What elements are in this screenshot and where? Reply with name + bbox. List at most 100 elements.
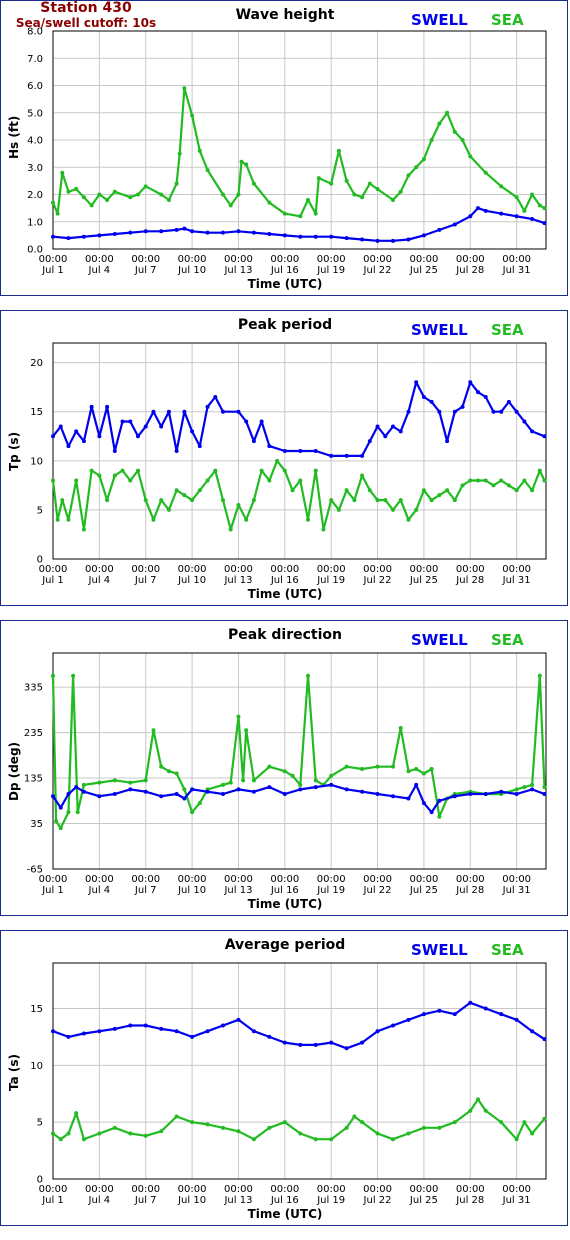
data-point-sea bbox=[174, 181, 179, 186]
data-point-swell bbox=[251, 1029, 256, 1034]
data-point-sea bbox=[406, 769, 411, 774]
data-point-swell bbox=[143, 1023, 148, 1028]
data-point-sea bbox=[75, 810, 80, 815]
data-point-swell bbox=[182, 409, 187, 414]
x-tick-label: 00:00 bbox=[502, 1184, 531, 1195]
data-point-swell bbox=[267, 1034, 272, 1039]
data-point-swell bbox=[251, 439, 256, 444]
data-point-swell bbox=[236, 787, 241, 792]
data-point-swell bbox=[514, 214, 519, 219]
data-point-sea bbox=[421, 157, 426, 162]
x-tick-label: 00:00 bbox=[85, 564, 114, 575]
data-point-sea bbox=[251, 778, 256, 783]
data-point-sea bbox=[375, 498, 380, 503]
series-line-swell bbox=[52, 1001, 546, 1050]
x-tick-label: 00:00 bbox=[456, 564, 485, 575]
data-point-sea bbox=[336, 148, 341, 153]
data-point-swell bbox=[282, 1040, 287, 1045]
data-point-swell bbox=[205, 230, 210, 235]
x-tick-label: Jul 10 bbox=[177, 575, 206, 586]
data-point-sea bbox=[66, 1131, 71, 1136]
data-point-swell bbox=[190, 429, 195, 434]
y-tick-label: 3.0 bbox=[27, 163, 43, 174]
series-line-swell bbox=[52, 381, 545, 457]
data-point-sea bbox=[445, 110, 450, 115]
data-point-sea bbox=[514, 195, 519, 200]
plot-frame bbox=[52, 962, 547, 1180]
data-point-swell bbox=[391, 1023, 395, 1028]
data-point-swell bbox=[205, 404, 210, 409]
data-point-sea bbox=[414, 165, 419, 170]
x-tick-label: 00:00 bbox=[363, 1184, 392, 1195]
x-tick-label: Jul 22 bbox=[363, 1195, 392, 1206]
data-point-sea bbox=[136, 192, 140, 197]
data-point-sea bbox=[159, 764, 164, 769]
data-point-swell bbox=[159, 794, 164, 799]
data-point-sea bbox=[360, 195, 365, 200]
data-point-sea bbox=[499, 184, 504, 189]
data-point-swell bbox=[468, 380, 473, 385]
data-point-sea bbox=[398, 189, 403, 194]
data-point-sea bbox=[360, 473, 365, 478]
data-point-sea bbox=[267, 478, 272, 483]
data-point-sea bbox=[306, 673, 310, 678]
data-point-sea bbox=[530, 192, 535, 197]
data-point-sea bbox=[66, 810, 71, 815]
data-point-swell bbox=[205, 1029, 210, 1034]
data-point-swell bbox=[143, 789, 148, 794]
data-point-sea bbox=[344, 488, 349, 493]
data-point-sea bbox=[236, 714, 241, 719]
x-tick-label: Jul 16 bbox=[270, 265, 299, 276]
data-point-swell bbox=[298, 234, 303, 239]
x-tick-label: Jul 22 bbox=[363, 265, 392, 276]
data-point-swell bbox=[313, 1042, 318, 1047]
data-point-sea bbox=[51, 673, 55, 678]
data-point-swell bbox=[391, 794, 395, 799]
data-point-sea bbox=[182, 86, 187, 91]
data-point-sea bbox=[105, 498, 110, 503]
data-point-swell bbox=[414, 782, 419, 787]
data-point-swell bbox=[530, 787, 535, 792]
data-point-swell bbox=[329, 782, 334, 787]
x-tick-label: 00:00 bbox=[270, 254, 299, 265]
x-tick-label: 00:00 bbox=[363, 564, 392, 575]
plot-area: -653513523533500:00Jul 100:00Jul 400:00J… bbox=[24, 652, 547, 896]
data-point-sea bbox=[221, 782, 225, 787]
data-point-swell bbox=[437, 409, 442, 414]
data-point-sea bbox=[112, 1125, 117, 1130]
data-point-swell bbox=[452, 794, 457, 799]
data-point-swell bbox=[491, 409, 496, 414]
x-tick-label: 00:00 bbox=[502, 254, 531, 265]
data-point-swell bbox=[344, 787, 349, 792]
data-point-sea bbox=[239, 159, 244, 164]
y-tick-label: 15 bbox=[30, 407, 43, 418]
data-point-swell bbox=[190, 787, 195, 792]
data-point-sea bbox=[452, 129, 457, 134]
data-point-swell bbox=[452, 409, 457, 414]
data-point-sea bbox=[159, 1129, 164, 1134]
data-point-sea bbox=[298, 214, 303, 219]
data-point-swell bbox=[174, 1029, 179, 1034]
x-tick-label: 00:00 bbox=[270, 1184, 299, 1195]
data-point-swell bbox=[267, 444, 272, 449]
x-tick-label: 00:00 bbox=[39, 1184, 68, 1195]
data-point-sea bbox=[267, 1125, 272, 1130]
x-tick-label: Jul 16 bbox=[270, 575, 299, 586]
data-point-sea bbox=[143, 498, 148, 503]
data-point-sea bbox=[55, 211, 60, 216]
data-point-sea bbox=[483, 478, 488, 483]
data-point-swell bbox=[483, 208, 488, 213]
data-point-sea bbox=[476, 1097, 480, 1102]
x-tick-label: Jul 31 bbox=[502, 885, 531, 896]
data-point-sea bbox=[159, 192, 164, 197]
y-tick-label: 4.0 bbox=[27, 136, 43, 147]
data-point-swell bbox=[391, 238, 395, 243]
data-point-sea bbox=[499, 1120, 504, 1125]
data-point-swell bbox=[398, 429, 403, 434]
data-point-swell bbox=[375, 791, 380, 796]
x-tick-label: 00:00 bbox=[131, 254, 160, 265]
x-tick-label: 00:00 bbox=[131, 874, 160, 885]
data-point-sea bbox=[51, 1131, 55, 1136]
data-point-swell bbox=[81, 1031, 86, 1036]
data-point-swell bbox=[182, 226, 187, 231]
